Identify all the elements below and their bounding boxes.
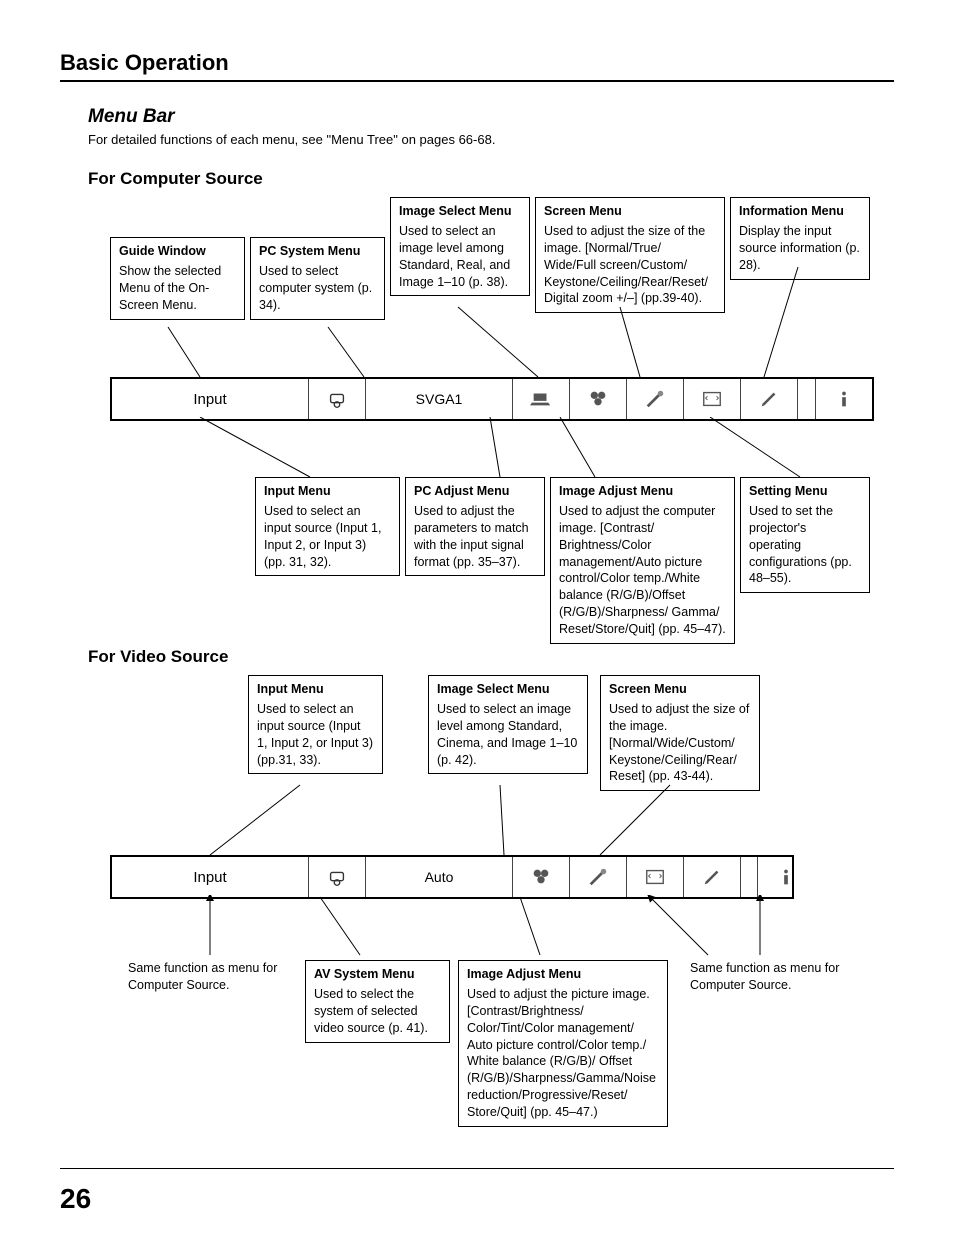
callout-v-screen: Screen Menu Used to adjust the size of t…: [600, 675, 760, 791]
screen-icon: [644, 866, 666, 888]
callout-desc: Used to select an image level among Stan…: [437, 702, 577, 767]
callout-title: Setting Menu: [749, 483, 861, 500]
callout-v-input: Input Menu Used to select an input sourc…: [248, 675, 383, 774]
cell-screen-icon: [684, 379, 741, 419]
callout-title: Image Select Menu: [437, 681, 579, 698]
section-title: Basic Operation: [60, 50, 894, 76]
cell-setting-icon: [684, 857, 741, 897]
callout-title: PC Adjust Menu: [414, 483, 536, 500]
info-icon: [833, 388, 855, 410]
callout-title: Guide Window: [119, 243, 236, 260]
note-left-same-function: Same function as menu for Computer Sourc…: [128, 960, 288, 994]
gear-icon: [326, 866, 348, 888]
laptop-icon: [530, 388, 552, 410]
computer-source-title: For Computer Source: [88, 169, 894, 189]
callout-title: PC System Menu: [259, 243, 376, 260]
clover-icon: [530, 866, 552, 888]
callout-title: Image Select Menu: [399, 203, 521, 220]
video-source-title: For Video Source: [88, 647, 894, 667]
callout-av-system: AV System Menu Used to select the system…: [305, 960, 450, 1043]
callout-setting: Setting Menu Used to set the projector's…: [740, 477, 870, 593]
cell-imgadj-icon: [570, 857, 627, 897]
cell-imgsel-icon: [513, 857, 570, 897]
callout-information: Information Menu Display the input sourc…: [730, 197, 870, 280]
cell-setting-icon: [741, 379, 798, 419]
video-diagram: Input Menu Used to select an input sourc…: [60, 675, 894, 1155]
pen-icon: [758, 388, 780, 410]
callout-desc: Used to adjust the size of the image. [N…: [609, 702, 749, 784]
callout-v-image-select: Image Select Menu Used to select an imag…: [428, 675, 588, 774]
cell-imgsel-icon: [570, 379, 627, 419]
callout-screen: Screen Menu Used to adjust the size of t…: [535, 197, 725, 313]
clover-icon: [587, 388, 609, 410]
cell-system-icon: [309, 379, 366, 419]
note-right-same-function: Same function as menu for Computer Sourc…: [690, 960, 850, 994]
callout-pc-system: PC System Menu Used to select computer s…: [250, 237, 385, 320]
cell-screen-icon: [627, 857, 684, 897]
computer-menu-bar: Input SVGA1: [110, 377, 874, 421]
callout-desc: Used to select an image level among Stan…: [399, 224, 510, 289]
cell-mode: Auto: [366, 857, 513, 897]
callout-pc-adjust: PC Adjust Menu Used to adjust the parame…: [405, 477, 545, 576]
pen-icon: [701, 866, 723, 888]
rule: [60, 80, 894, 82]
callout-desc: Used to select an input source (Input 1,…: [264, 504, 381, 569]
callout-title: Image Adjust Menu: [467, 966, 659, 983]
callout-title: Screen Menu: [544, 203, 716, 220]
callout-image-adjust: Image Adjust Menu Used to adjust the com…: [550, 477, 735, 644]
callout-title: AV System Menu: [314, 966, 441, 983]
page-heading: Menu Bar: [88, 106, 894, 128]
callout-guide-window: Guide Window Show the selected Menu of t…: [110, 237, 245, 320]
callout-desc: Used to adjust the size of the image. [N…: [544, 224, 708, 306]
callout-title: Input Menu: [257, 681, 374, 698]
footer-rule: [60, 1168, 894, 1169]
cell-info-icon: [758, 857, 814, 897]
callout-desc: Show the selected Menu of the On-Screen …: [119, 264, 221, 312]
cell-spacer: [798, 379, 816, 419]
cell-system-icon: [309, 857, 366, 897]
page-number: 26: [60, 1183, 91, 1215]
callout-input-menu: Input Menu Used to select an input sourc…: [255, 477, 400, 576]
callout-desc: Used to select computer system (p. 34).: [259, 264, 372, 312]
callout-title: Input Menu: [264, 483, 391, 500]
wand-icon: [644, 388, 666, 410]
callout-title: Information Menu: [739, 203, 861, 220]
computer-diagram: Guide Window Show the selected Menu of t…: [60, 197, 894, 637]
callout-desc: Used to set the projector's operating co…: [749, 504, 852, 586]
info-icon: [775, 866, 797, 888]
callout-desc: Display the input source information (p.…: [739, 224, 860, 272]
callout-title: Image Adjust Menu: [559, 483, 726, 500]
cell-imgadj-icon: [627, 379, 684, 419]
intro-text: For detailed functions of each menu, see…: [88, 132, 894, 147]
video-menu-bar: Input Auto: [110, 855, 794, 899]
cell-input: Input: [112, 379, 309, 419]
callout-desc: Used to adjust the computer image. [Cont…: [559, 504, 726, 636]
callout-title: Screen Menu: [609, 681, 751, 698]
cell-info-icon: [816, 379, 872, 419]
callout-desc: Used to adjust the picture image. [Contr…: [467, 987, 656, 1119]
cell-mode: SVGA1: [366, 379, 513, 419]
callout-v-image-adjust: Image Adjust Menu Used to adjust the pic…: [458, 960, 668, 1127]
callout-desc: Used to select the system of selected vi…: [314, 987, 428, 1035]
screen-icon: [701, 388, 723, 410]
cell-input: Input: [112, 857, 309, 897]
callout-desc: Used to select an input source (Input 1,…: [257, 702, 373, 767]
cell-pcadjust-icon: [513, 379, 570, 419]
wand-icon: [587, 866, 609, 888]
cell-spacer: [741, 857, 758, 897]
gear-icon: [326, 388, 348, 410]
callout-image-select: Image Select Menu Used to select an imag…: [390, 197, 530, 296]
callout-desc: Used to adjust the parameters to match w…: [414, 504, 529, 569]
